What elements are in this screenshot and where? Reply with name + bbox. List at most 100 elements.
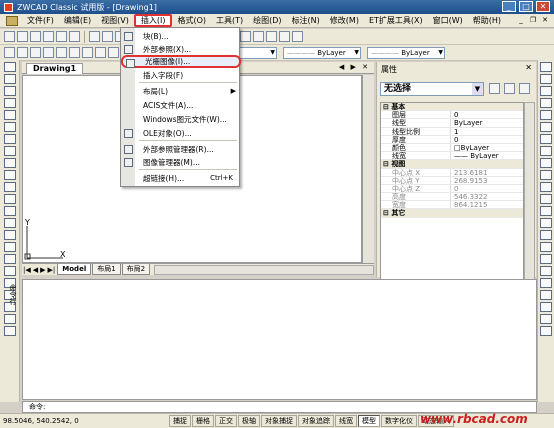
copy-icon[interactable] bbox=[102, 31, 113, 42]
layer-match-icon[interactable] bbox=[108, 47, 119, 58]
ellipse-icon[interactable] bbox=[3, 170, 16, 180]
rotate-icon[interactable] bbox=[540, 134, 552, 144]
status-toggle-7[interactable]: 模型 bbox=[358, 415, 380, 427]
status-toggle-4[interactable]: 对象捕捉 bbox=[261, 415, 297, 427]
menu-item-6[interactable]: 绘图(D) bbox=[248, 14, 286, 27]
layer-state-icon[interactable] bbox=[17, 47, 28, 58]
insert-block-icon[interactable] bbox=[3, 194, 16, 204]
status-toggle-1[interactable]: 栅格 bbox=[192, 415, 214, 427]
insert-menu-item-4[interactable]: 布局(L) ▶ bbox=[121, 85, 241, 98]
offset-icon[interactable] bbox=[540, 98, 552, 108]
menu-item-2[interactable]: 视图(V) bbox=[96, 14, 134, 27]
line-icon[interactable] bbox=[3, 62, 16, 72]
canvas-vertical-scrollbar[interactable] bbox=[362, 75, 374, 263]
rectangle-icon[interactable] bbox=[3, 110, 16, 120]
layout-nav-1[interactable]: ◀ bbox=[32, 266, 39, 274]
layout-nav-2[interactable]: ▶ bbox=[39, 266, 46, 274]
minimize-button[interactable]: _ bbox=[502, 1, 516, 12]
region-icon[interactable] bbox=[3, 254, 16, 264]
quick-select-icon[interactable] bbox=[489, 83, 500, 94]
gradient-icon[interactable] bbox=[3, 242, 16, 252]
layout-tab-1[interactable]: 布局1 bbox=[92, 264, 121, 275]
layout-nav-0[interactable]: |◀ bbox=[22, 266, 32, 274]
layer-freeze-icon[interactable] bbox=[69, 47, 80, 58]
property-section[interactable]: ⊟ 基本 bbox=[381, 103, 523, 112]
tool-palette-icon[interactable] bbox=[266, 31, 277, 42]
menu-item-8[interactable]: 修改(M) bbox=[325, 14, 364, 27]
status-toggle-2[interactable]: 正交 bbox=[215, 415, 237, 427]
plot-icon[interactable] bbox=[69, 31, 80, 42]
doc-close-button[interactable]: ✕ bbox=[540, 16, 550, 25]
close-button[interactable]: ✕ bbox=[536, 1, 550, 12]
join-icon[interactable] bbox=[540, 218, 552, 228]
property-row[interactable]: 线宽 —— ByLayer bbox=[381, 152, 523, 161]
circle-icon[interactable] bbox=[3, 134, 16, 144]
ellipse-arc-icon[interactable] bbox=[3, 182, 16, 192]
chamfer-icon[interactable] bbox=[540, 230, 552, 240]
help-icon[interactable] bbox=[292, 31, 303, 42]
align-icon[interactable] bbox=[540, 278, 552, 288]
divide-icon[interactable] bbox=[540, 290, 552, 300]
calculator-icon[interactable] bbox=[279, 31, 290, 42]
make-current-icon[interactable] bbox=[95, 47, 106, 58]
lengthen-icon[interactable] bbox=[540, 266, 552, 276]
properties-scrollbar[interactable] bbox=[524, 102, 535, 302]
layer-previous-icon[interactable] bbox=[30, 47, 41, 58]
doc-restore-button[interactable]: ❐ bbox=[528, 16, 538, 25]
menu-item-1[interactable]: 编辑(E) bbox=[59, 14, 96, 27]
insert-menu-item-6[interactable]: Windows图元文件(W)... bbox=[121, 113, 241, 126]
menu-item-11[interactable]: 帮助(H) bbox=[468, 14, 506, 27]
pickadd-icon[interactable] bbox=[519, 83, 530, 94]
layer-isolate-icon[interactable] bbox=[43, 47, 54, 58]
mirror-icon[interactable] bbox=[540, 86, 552, 96]
arc-icon[interactable] bbox=[3, 122, 16, 132]
layer-manager-icon[interactable] bbox=[4, 47, 15, 58]
status-toggle-8[interactable]: 数字化仪 bbox=[381, 415, 417, 427]
property-row[interactable]: 颜色 □ByLayer bbox=[381, 143, 523, 153]
menu-item-5[interactable]: 工具(T) bbox=[211, 14, 248, 27]
polyline-icon[interactable] bbox=[3, 86, 16, 96]
stretch-icon[interactable] bbox=[540, 158, 552, 168]
properties-icon[interactable] bbox=[240, 31, 251, 42]
point-icon[interactable] bbox=[3, 218, 16, 228]
copy-object-icon[interactable] bbox=[540, 74, 552, 84]
revcloud-icon[interactable] bbox=[3, 146, 16, 156]
menu-item-9[interactable]: ET扩展工具(X) bbox=[364, 14, 428, 27]
leader-icon[interactable] bbox=[3, 326, 16, 336]
preview-icon[interactable] bbox=[56, 31, 67, 42]
linetype-dropdown[interactable]: ———— ByLayer ▼ bbox=[283, 46, 361, 59]
insert-menu-item-2[interactable]: 光栅图像(I)... bbox=[121, 55, 241, 68]
selection-dropdown[interactable]: 无选择 ▼ bbox=[380, 82, 484, 96]
print-icon[interactable] bbox=[43, 31, 54, 42]
new-icon[interactable] bbox=[4, 31, 15, 42]
property-row[interactable]: 图层 0 bbox=[381, 111, 523, 120]
property-row[interactable]: 线型比例 1 bbox=[381, 127, 523, 136]
status-toggle-6[interactable]: 线宽 bbox=[335, 415, 357, 427]
erase-icon[interactable] bbox=[540, 62, 552, 72]
layer-off-icon[interactable] bbox=[56, 47, 67, 58]
break-icon[interactable] bbox=[540, 206, 552, 216]
insert-menu-item-9[interactable]: 图像管理器(M)... bbox=[121, 156, 241, 169]
break-point-icon[interactable] bbox=[540, 194, 552, 204]
insert-menu-item-0[interactable]: 块(B)... bbox=[121, 30, 241, 43]
make-block-icon[interactable] bbox=[3, 206, 16, 216]
menu-item-10[interactable]: 窗口(W) bbox=[428, 14, 468, 27]
status-toggle-0[interactable]: 捕捉 bbox=[169, 415, 191, 427]
layout-tab-0[interactable]: Model bbox=[57, 264, 92, 275]
explode-icon[interactable] bbox=[540, 254, 552, 264]
property-section[interactable]: ⊟ 视图 bbox=[381, 160, 523, 169]
doc-minimize-button[interactable]: _ bbox=[516, 16, 526, 25]
fillet-icon[interactable] bbox=[540, 242, 552, 252]
status-toggle-3[interactable]: 极轴 bbox=[238, 415, 260, 427]
layer-lock-icon[interactable] bbox=[82, 47, 93, 58]
trim-icon[interactable] bbox=[540, 170, 552, 180]
open-icon[interactable] bbox=[17, 31, 28, 42]
tab-controls[interactable]: ◀ ▶ ✕ bbox=[339, 63, 370, 71]
maximize-button[interactable]: □ bbox=[519, 1, 533, 12]
property-row[interactable]: 厚度 0 bbox=[381, 135, 523, 144]
polygon-icon[interactable] bbox=[3, 98, 16, 108]
property-row[interactable]: 线型 ByLayer bbox=[381, 119, 523, 128]
dimension-icon[interactable] bbox=[3, 314, 16, 324]
menu-item-3[interactable]: 插入(I) bbox=[133, 14, 173, 27]
lineweight-dropdown[interactable]: ———— ByLayer ▼ bbox=[367, 46, 445, 59]
